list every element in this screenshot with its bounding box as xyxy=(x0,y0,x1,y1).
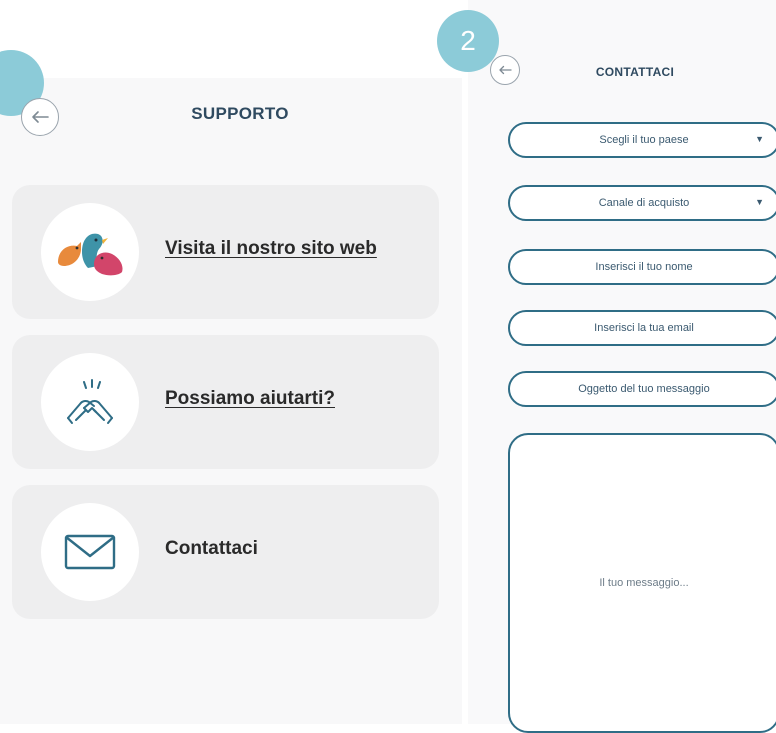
visit-website-card[interactable]: Visita il nostro sito web xyxy=(12,185,439,319)
step-2-badge: 2 xyxy=(437,10,499,72)
chevron-down-icon: ▼ xyxy=(755,134,764,144)
contact-label: Contattaci xyxy=(165,538,258,559)
birds-logo-icon xyxy=(41,203,139,301)
country-select-value: Scegli il tuo paese xyxy=(599,134,689,146)
handshake-icon xyxy=(41,353,139,451)
back-button[interactable] xyxy=(490,55,520,85)
purchase-channel-select[interactable]: Canale di acquisto ▼ xyxy=(508,185,776,221)
envelope-icon xyxy=(41,503,139,601)
help-card[interactable]: Possiamo aiutarti? xyxy=(12,335,439,469)
country-select[interactable]: Scegli il tuo paese ▼ xyxy=(508,122,776,158)
message-textarea[interactable]: Il tuo messaggio... xyxy=(508,433,776,733)
page-title: SUPPORTO xyxy=(191,104,289,123)
subject-field[interactable]: Oggetto del tuo messaggio xyxy=(508,371,776,407)
step-2-number: 2 xyxy=(460,25,476,56)
contact-card[interactable]: Contattaci xyxy=(12,485,439,619)
subject-field-placeholder: Oggetto del tuo messaggio xyxy=(578,383,710,395)
arrow-left-icon xyxy=(499,65,512,75)
visit-website-link[interactable]: Visita il nostro sito web xyxy=(165,238,377,260)
name-field[interactable]: Inserisci il tuo nome xyxy=(508,249,776,285)
chevron-down-icon: ▼ xyxy=(755,197,764,207)
page-title: CONTATTACI xyxy=(595,65,675,79)
arrow-left-icon xyxy=(32,111,49,123)
email-field-placeholder: Inserisci la tua email xyxy=(594,322,694,334)
back-button[interactable] xyxy=(21,98,59,136)
help-link[interactable]: Possiamo aiutarti? xyxy=(165,388,335,410)
email-field[interactable]: Inserisci la tua email xyxy=(508,310,776,346)
name-field-placeholder: Inserisci il tuo nome xyxy=(595,261,693,273)
message-placeholder: Il tuo messaggio... xyxy=(599,577,689,589)
purchase-channel-value: Canale di acquisto xyxy=(598,197,690,209)
